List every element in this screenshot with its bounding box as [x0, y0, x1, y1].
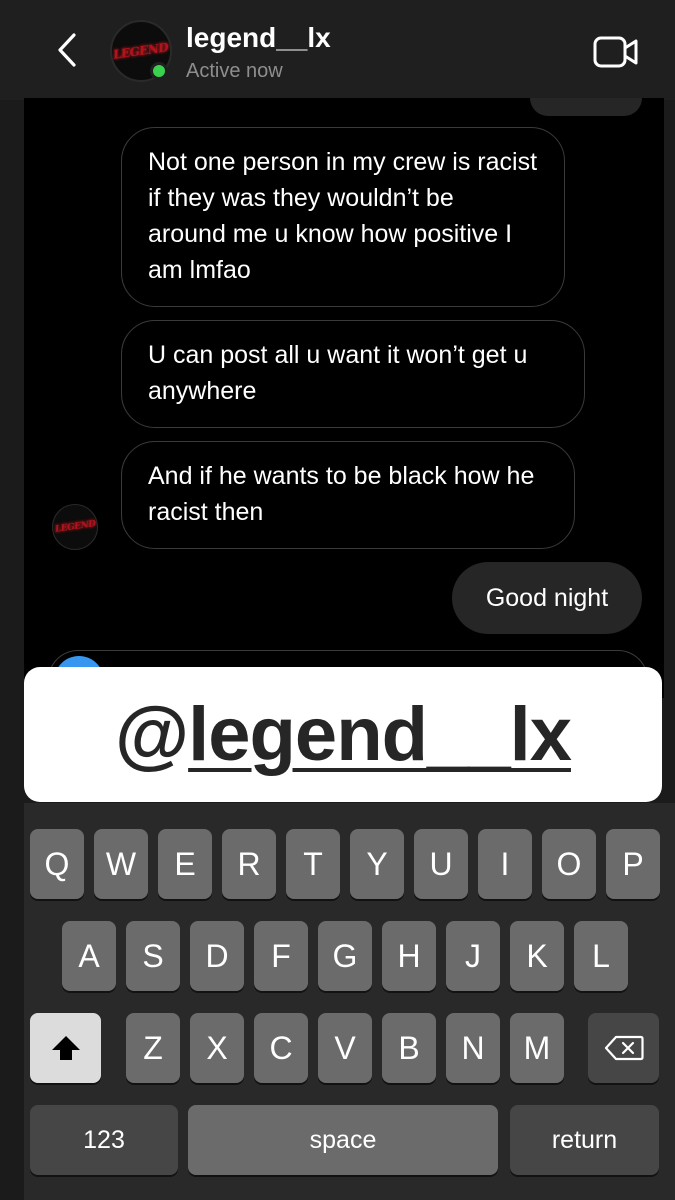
key-u[interactable]: U: [414, 829, 468, 899]
key-g[interactable]: G: [318, 921, 372, 991]
key-m[interactable]: M: [510, 1013, 564, 1083]
key-s[interactable]: S: [126, 921, 180, 991]
key-a[interactable]: A: [62, 921, 116, 991]
shift-arrow-icon: [51, 1036, 80, 1060]
key-p[interactable]: P: [606, 829, 660, 899]
backspace-icon: [604, 1035, 644, 1061]
message-bubble-partial: [530, 98, 642, 116]
numbers-key[interactable]: 123: [30, 1105, 178, 1175]
sender-avatar[interactable]: LEGEND: [52, 504, 98, 550]
received-message[interactable]: Not one person in my crew is racist if t…: [121, 127, 565, 307]
back-button[interactable]: [50, 30, 84, 70]
key-o[interactable]: O: [542, 829, 596, 899]
key-v[interactable]: V: [318, 1013, 372, 1083]
key-w[interactable]: W: [94, 829, 148, 899]
key-y[interactable]: Y: [350, 829, 404, 899]
key-l[interactable]: L: [574, 921, 628, 991]
key-q[interactable]: Q: [30, 829, 84, 899]
space-key[interactable]: space: [188, 1105, 498, 1175]
sent-message[interactable]: Good night: [452, 562, 642, 634]
key-e[interactable]: E: [158, 829, 212, 899]
key-x[interactable]: X: [190, 1013, 244, 1083]
shift-key[interactable]: [30, 1013, 101, 1083]
key-b[interactable]: B: [382, 1013, 436, 1083]
key-k[interactable]: K: [510, 921, 564, 991]
key-j[interactable]: J: [446, 921, 500, 991]
avatar-logo: LEGEND: [112, 40, 170, 62]
avatar-logo: LEGEND: [54, 519, 96, 535]
return-key[interactable]: return: [510, 1105, 659, 1175]
chevron-left-icon: [58, 33, 76, 67]
key-z[interactable]: Z: [126, 1013, 180, 1083]
key-h[interactable]: H: [382, 921, 436, 991]
sticker-text: @legend__lx: [115, 691, 572, 778]
key-f[interactable]: F: [254, 921, 308, 991]
received-message[interactable]: U can post all u want it won’t get u any…: [121, 320, 585, 428]
chat-header: LEGEND legend__lx Active now: [0, 0, 675, 100]
key-t[interactable]: T: [286, 829, 340, 899]
key-i[interactable]: I: [478, 829, 532, 899]
key-d[interactable]: D: [190, 921, 244, 991]
video-camera-icon: [593, 36, 638, 68]
contact-status: Active now: [186, 60, 283, 82]
received-message[interactable]: And if he wants to be black how he racis…: [121, 441, 575, 549]
key-n[interactable]: N: [446, 1013, 500, 1083]
video-call-button[interactable]: [592, 34, 640, 70]
keyboard: Q W E R T Y U I O P A S D F G H J K L Z …: [24, 803, 675, 1200]
delete-key[interactable]: [588, 1013, 659, 1083]
username-sticker: @legend__lx: [24, 667, 662, 802]
contact-username[interactable]: legend__lx: [186, 22, 331, 54]
screen: LEGEND legend__lx Active now Not one per…: [0, 0, 675, 1200]
at-symbol: @: [115, 692, 189, 777]
key-r[interactable]: R: [222, 829, 276, 899]
online-status-dot: [150, 62, 168, 80]
key-c[interactable]: C: [254, 1013, 308, 1083]
sticker-handle: legend__lx: [188, 692, 572, 777]
